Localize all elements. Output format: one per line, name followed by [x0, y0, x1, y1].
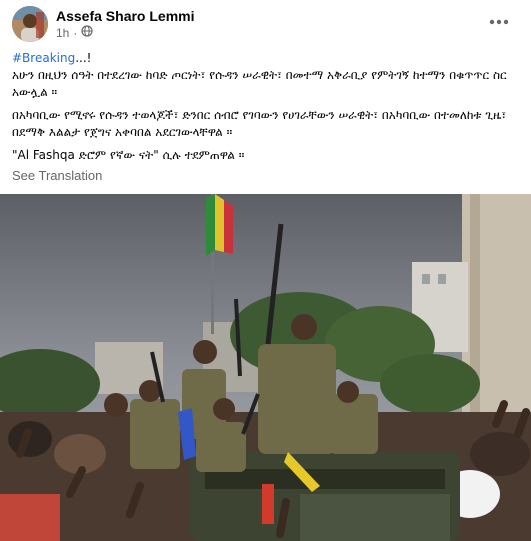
hashtag-suffix: ...!: [75, 51, 92, 65]
post-header: Assefa Sharo Lemmi 1h ·: [0, 0, 531, 48]
see-translation-link[interactable]: See Translation: [12, 168, 102, 183]
post-card: Assefa Sharo Lemmi 1h · #Breaking...! አሁ…: [0, 0, 531, 541]
meta-separator: ·: [73, 25, 78, 40]
post-meta: 1h ·: [56, 25, 93, 40]
paragraph-3: "Al Fashqa ድሮም የኛው ናት" ሲሉ ተደምጠዋል ።: [12, 148, 245, 162]
author-name[interactable]: Assefa Sharo Lemmi: [56, 8, 195, 24]
post-text: #Breaking...! አሁን በዚህን ሰዓት በተደረገው ከባድ ጦር…: [12, 50, 517, 170]
paragraph-1: #Breaking...! አሁን በዚህን ሰዓት በተደረገው ከባድ ጦር…: [12, 50, 517, 101]
more-options-icon[interactable]: [485, 8, 513, 36]
paragraph-1-body: አሁን በዚህን ሰዓት በተደረገው ከባድ ጦርነት፣ የሱዳን ሠራዊት፣…: [12, 68, 507, 99]
avatar[interactable]: [12, 6, 48, 42]
post-time[interactable]: 1h: [56, 26, 69, 40]
paragraph-2: በአካባቢው የሚኖሩ የሱዳን ተወላጆች፣ ድንበር ሰብሮ የገባውን የ…: [12, 108, 507, 139]
post-photo[interactable]: [0, 194, 531, 541]
globe-icon[interactable]: [81, 25, 93, 40]
hashtag-breaking[interactable]: #Breaking: [12, 51, 75, 65]
